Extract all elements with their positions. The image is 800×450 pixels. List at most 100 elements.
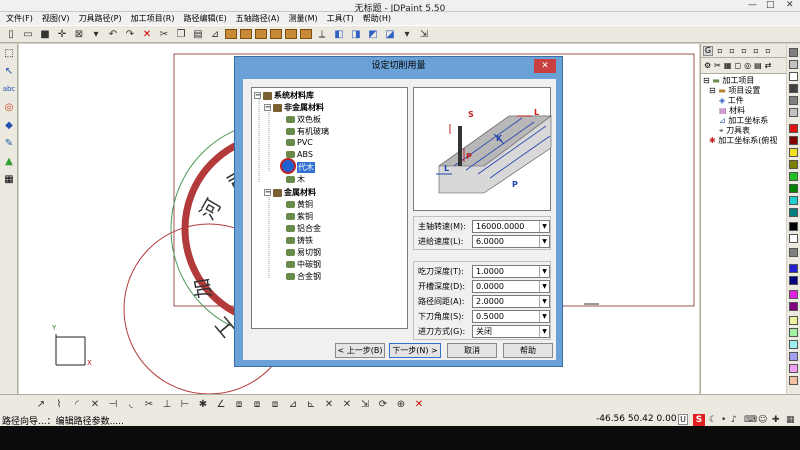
tree-node-toollist[interactable]: ⌖ 刀具表 [703, 126, 786, 136]
select-tool-icon[interactable]: ⬚ [2, 46, 16, 60]
material-tree[interactable]: − 系统材料库 − 非金属材料 双色板 有机玻璃 PVC ABS 代木 木 − 金属材… [251, 87, 408, 329]
panel-tool-7-icon[interactable]: ⇄ [765, 61, 772, 70]
swatch-dkgreen[interactable] [789, 184, 798, 193]
swatch-olive[interactable] [789, 160, 798, 169]
path-spacing-field[interactable]: 2.0000 ▼ [472, 295, 550, 308]
path-tool-icon[interactable]: ▲ [2, 154, 16, 168]
panel-tab-icon-1[interactable]: ▫ [715, 46, 725, 56]
tree-node-material[interactable]: ▤ 材料 [703, 106, 786, 116]
tree-item-acrylic[interactable]: 有机玻璃 [286, 126, 329, 137]
tree-item-alloy-steel[interactable]: 合金钢 [286, 271, 321, 282]
tree-item-medium-carbon-steel[interactable]: 中碳钢 [286, 259, 321, 270]
scale-tool-icon[interactable]: ⇲ [358, 398, 372, 412]
entry-mode-select[interactable]: 关闭 ▼ [472, 325, 550, 338]
swatch-navy[interactable] [789, 276, 798, 285]
swatch-gray2[interactable] [789, 248, 798, 257]
swatch-2[interactable] [789, 60, 798, 69]
panel-tab-g[interactable]: G [703, 45, 713, 56]
tree-node-workpiece[interactable]: ◈ 工件 [703, 96, 786, 106]
tree-node-coord[interactable]: ⊿ 加工坐标系 [703, 116, 786, 126]
ime-user-icon[interactable]: ☺ [758, 415, 767, 425]
swatch-6[interactable] [789, 108, 798, 117]
menu-path-edit[interactable]: 路径编辑(E) [183, 13, 226, 24]
output-tool-icon[interactable]: ▦ [2, 172, 16, 186]
text-tool-icon[interactable]: abc [2, 82, 16, 96]
open-file-icon[interactable]: ▭ [21, 27, 35, 41]
cut-depth-field[interactable]: 1.0000 ▼ [472, 265, 550, 278]
menu-project[interactable]: 加工项目(R) [131, 13, 175, 24]
swatch-yellow[interactable] [789, 148, 798, 157]
panel-tab-icon-4[interactable]: ▫ [751, 46, 761, 56]
ime-voice-icon[interactable]: ♪ [731, 415, 737, 425]
swatch-purple[interactable] [789, 302, 798, 311]
swatch-black[interactable] [789, 222, 798, 231]
cut-icon[interactable]: ✂ [157, 27, 171, 41]
back-button[interactable]: < 上一步(B) [335, 343, 385, 358]
slot-depth-field[interactable]: 0.0000 ▼ [472, 280, 550, 293]
transform-tool-icon[interactable]: ⊕ [394, 398, 408, 412]
swatch-light-cyan[interactable] [789, 340, 798, 349]
view-box-2-icon[interactable] [240, 29, 252, 39]
menu-file[interactable]: 文件(F) [6, 13, 33, 24]
delete-tool-icon[interactable]: ✕ [412, 398, 426, 412]
ime-punct-icon[interactable]: • [721, 415, 726, 425]
ime-shirt-icon[interactable]: ✚ [772, 415, 780, 425]
node-tool-icon[interactable]: ✱ [196, 398, 210, 412]
dropdown-arrow-2-icon[interactable]: ▾ [400, 27, 414, 41]
swatch-white[interactable] [789, 234, 798, 243]
line-tool-icon[interactable]: ↗ [34, 398, 48, 412]
unit-mode-button[interactable]: U [678, 414, 688, 425]
fillet-tool-icon[interactable]: ◟ [124, 398, 138, 412]
swatch-4[interactable] [789, 84, 798, 93]
swatch-light-blue[interactable] [789, 352, 798, 361]
tree-item-copper[interactable]: 紫铜 [286, 211, 313, 222]
ime-grid-icon[interactable]: ▦ [786, 415, 795, 425]
tree-root[interactable]: − 系统材料库 [254, 90, 314, 101]
swatch-1[interactable] [789, 48, 798, 57]
menu-view[interactable]: 视图(V) [42, 13, 70, 24]
swatch-light-green[interactable] [789, 328, 798, 337]
maximize-button[interactable]: □ [766, 0, 775, 10]
ime-icon[interactable]: S [693, 414, 705, 426]
tree-item-dualcolor[interactable]: 双色板 [286, 114, 321, 125]
mirror-1-icon[interactable]: ⧈ [232, 398, 246, 412]
new-file-icon[interactable]: ▯ [4, 27, 18, 41]
swatch-light-orange[interactable] [789, 376, 798, 385]
panel-tool-6-icon[interactable]: ▤ [754, 61, 762, 70]
menu-measure[interactable]: 测量(M) [288, 13, 317, 24]
align-tool-icon[interactable]: ⊢ [178, 398, 192, 412]
tree-item-free-cutting-steel[interactable]: 易切钢 [286, 247, 321, 258]
close-button[interactable]: ✕ [786, 0, 794, 10]
tree-item-wood[interactable]: 木 [286, 174, 305, 185]
menu-help[interactable]: 帮助(H) [363, 13, 391, 24]
copy-icon[interactable]: ❐ [174, 27, 188, 41]
circle-tool-icon[interactable]: ◎ [2, 100, 16, 114]
select-icon[interactable]: ⇲ [417, 27, 431, 41]
tree-node-project[interactable]: ⊟ ▬ 加工项目 [703, 76, 786, 86]
view-box-1-icon[interactable] [225, 29, 237, 39]
break-tool-icon[interactable]: ✂ [142, 398, 156, 412]
swatch-teal[interactable] [789, 208, 798, 217]
zoom-box-icon[interactable]: ⊠ [72, 27, 86, 41]
swatch-light-yellow[interactable] [789, 316, 798, 325]
extend-tool-icon[interactable]: ⊣ [106, 398, 120, 412]
iso-view-icon[interactable]: ⟂ [315, 27, 329, 41]
mirror-3-icon[interactable]: ⧈ [268, 398, 282, 412]
panel-tab-icon-2[interactable]: ▫ [727, 46, 737, 56]
menu-five-axis[interactable]: 五轴路径(A) [236, 13, 280, 24]
tree-nonmetal[interactable]: − 非金属材料 [264, 102, 324, 113]
swatch-3[interactable] [789, 72, 798, 81]
shade-4-icon[interactable]: ◪ [383, 27, 397, 41]
panel-tab-icon-5[interactable]: ▫ [763, 46, 773, 56]
measure-icon[interactable]: ⊿ [208, 27, 222, 41]
corner-tool-icon[interactable]: ∠ [214, 398, 228, 412]
shade-2-icon[interactable]: ◨ [349, 27, 363, 41]
view-box-5-icon[interactable] [285, 29, 297, 39]
tree-item-aluminum[interactable]: 铝合金 [286, 223, 321, 234]
spindle-speed-field[interactable]: 16000.0000 ▼ [472, 220, 550, 233]
offset-tool-icon[interactable]: ⊿ [286, 398, 300, 412]
dialog-close-button[interactable]: ✕ [534, 59, 556, 73]
swatch-maroon[interactable] [789, 136, 798, 145]
panel-tool-3-icon[interactable]: ▦ [724, 61, 732, 70]
feed-speed-field[interactable]: 6.0000 ▼ [472, 235, 550, 248]
